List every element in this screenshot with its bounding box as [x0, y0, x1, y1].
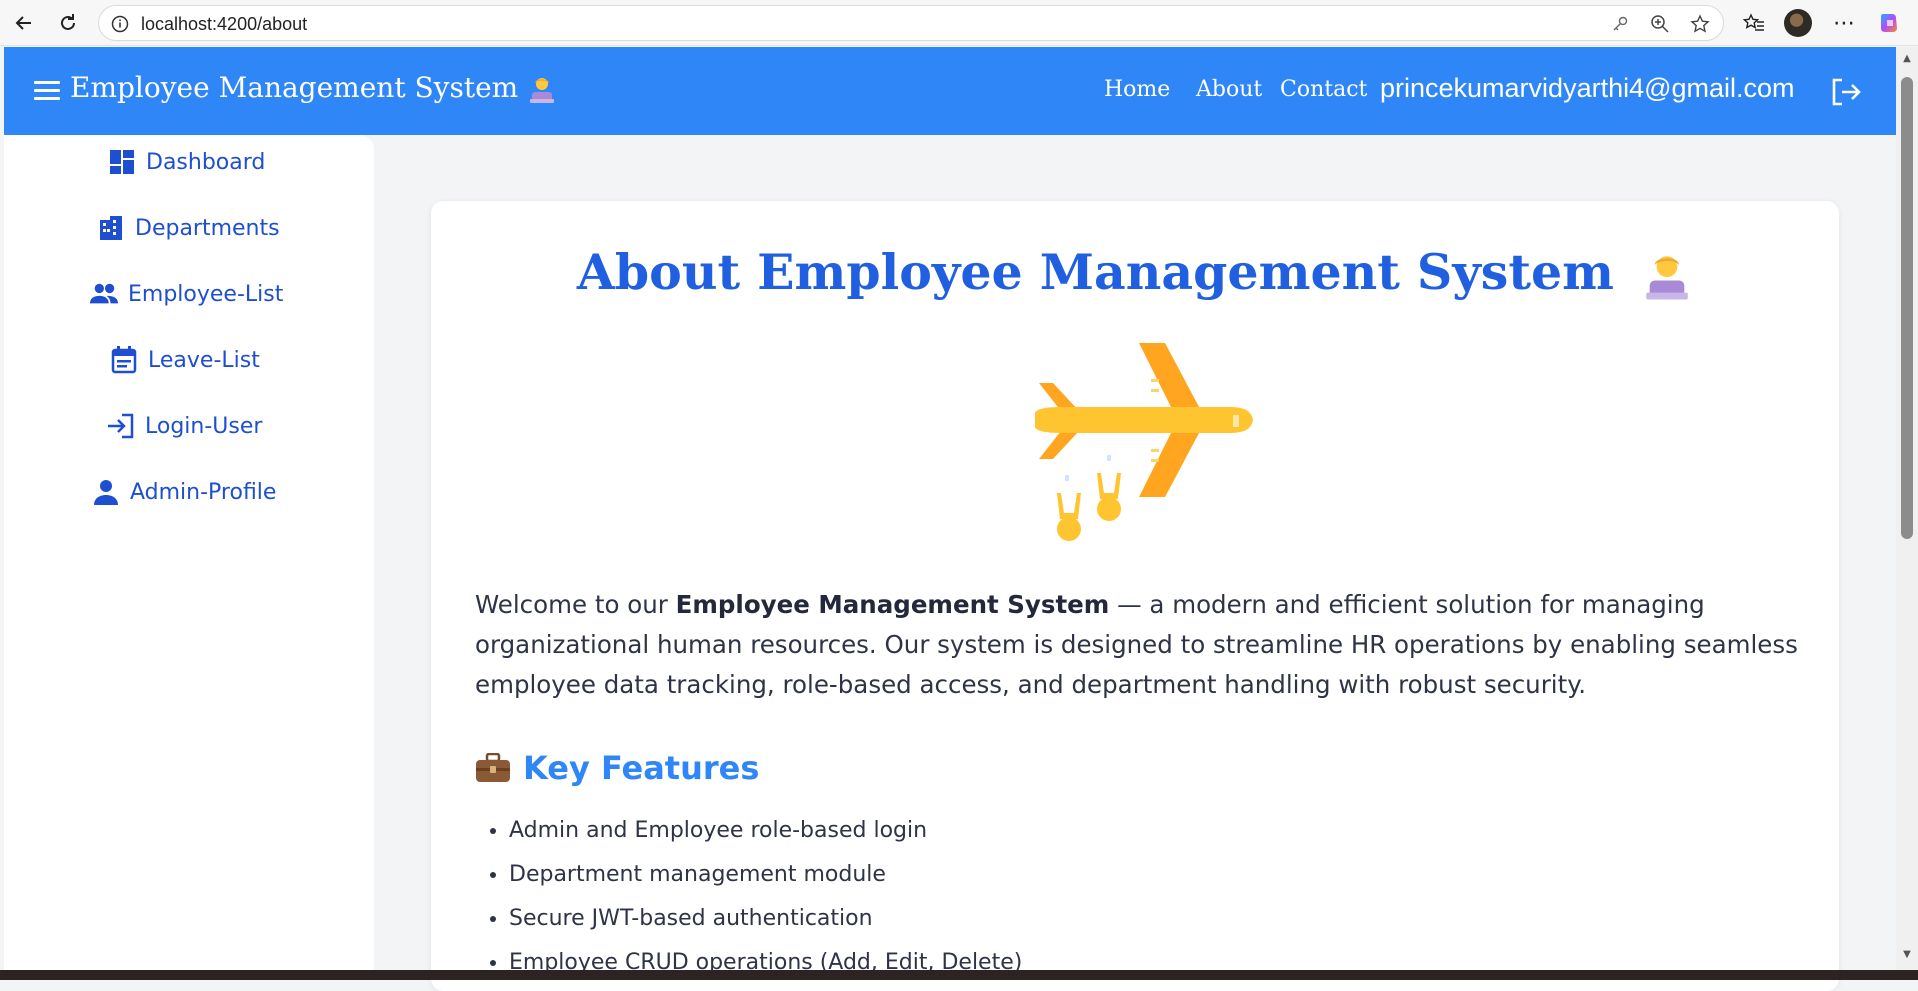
login-icon: [107, 412, 135, 440]
sidebar-item-dashboard[interactable]: Dashboard: [108, 148, 265, 176]
list-item: Admin and Employee role-based login: [509, 809, 1022, 853]
building-icon: [97, 214, 125, 242]
airplane-illustration: [1031, 337, 1261, 547]
reload-icon[interactable]: [54, 9, 82, 37]
sidebar-item-employee-list[interactable]: Employee-List: [90, 280, 283, 308]
favorites-icon[interactable]: [1740, 9, 1768, 37]
app-title[interactable]: Employee Management System: [70, 71, 557, 105]
browser-toolbar: localhost:4200/about ⋯: [0, 0, 1918, 46]
nav-about[interactable]: About: [1196, 77, 1262, 102]
about-card: About Employee Management System Welcome…: [431, 201, 1839, 991]
people-icon: [90, 280, 118, 308]
dashboard-icon: [108, 148, 136, 176]
profile-avatar[interactable]: [1784, 9, 1812, 37]
scroll-down-arrow[interactable]: ▼: [1901, 949, 1913, 961]
taskbar-edge: [0, 970, 1918, 980]
app-header: Employee Management System Home About Co…: [4, 47, 1896, 135]
more-icon[interactable]: ⋯: [1830, 9, 1858, 37]
sidebar-item-login-user[interactable]: Login-User: [107, 412, 262, 440]
url-text[interactable]: localhost:4200/about: [141, 14, 307, 35]
info-icon[interactable]: [111, 15, 129, 33]
calendar-icon: [110, 346, 138, 374]
zoom-icon[interactable]: [1649, 13, 1671, 35]
briefcase-icon: [475, 752, 511, 783]
sidebar-item-label: Dashboard: [146, 149, 266, 175]
logout-icon[interactable]: [1830, 77, 1862, 107]
address-bar[interactable]: localhost:4200/about: [98, 5, 1724, 41]
list-item: Secure JWT-based authentication: [509, 897, 1022, 941]
sidebar-item-departments[interactable]: Departments: [97, 214, 280, 242]
features-list: Admin and Employee role-based login Depa…: [509, 809, 1022, 985]
intro-paragraph: Welcome to our Employee Management Syste…: [475, 590, 1798, 699]
sidebar-item-label: Employee-List: [128, 281, 284, 307]
technologist-emoji-icon: [1641, 251, 1693, 303]
user-email: princekumarvidyarthi4@gmail.com: [1380, 73, 1795, 103]
scroll-up-arrow[interactable]: ▲: [1901, 53, 1913, 65]
menu-icon[interactable]: [34, 81, 60, 101]
list-item: Department management module: [509, 853, 1022, 897]
features-heading: Key Features: [475, 749, 759, 787]
technologist-emoji-icon: [527, 75, 557, 105]
star-icon[interactable]: [1689, 13, 1711, 35]
back-icon[interactable]: [10, 9, 38, 37]
sidebar-item-label: Leave-List: [148, 347, 260, 373]
sidebar: Dashboard Departments Employee-List Leav…: [4, 135, 374, 970]
sidebar-item-label: Departments: [135, 215, 280, 241]
sidebar-item-admin-profile[interactable]: Admin-Profile: [92, 478, 276, 506]
nav-contact[interactable]: Contact: [1280, 77, 1367, 102]
intro-bold: Employee Management System: [675, 590, 1110, 619]
person-icon: [92, 478, 120, 506]
sidebar-item-leave-list[interactable]: Leave-List: [110, 346, 260, 374]
key-icon[interactable]: [1609, 13, 1631, 35]
nav-home[interactable]: Home: [1104, 77, 1170, 102]
page-title: About Employee Management System: [431, 243, 1839, 303]
sidebar-item-label: Login-User: [145, 413, 263, 439]
scroll-thumb[interactable]: [1901, 77, 1913, 539]
page-scrollbar[interactable]: ▲ ▼: [1896, 47, 1918, 970]
sidebar-item-label: Admin-Profile: [130, 479, 277, 505]
copilot-icon[interactable]: [1876, 9, 1904, 37]
